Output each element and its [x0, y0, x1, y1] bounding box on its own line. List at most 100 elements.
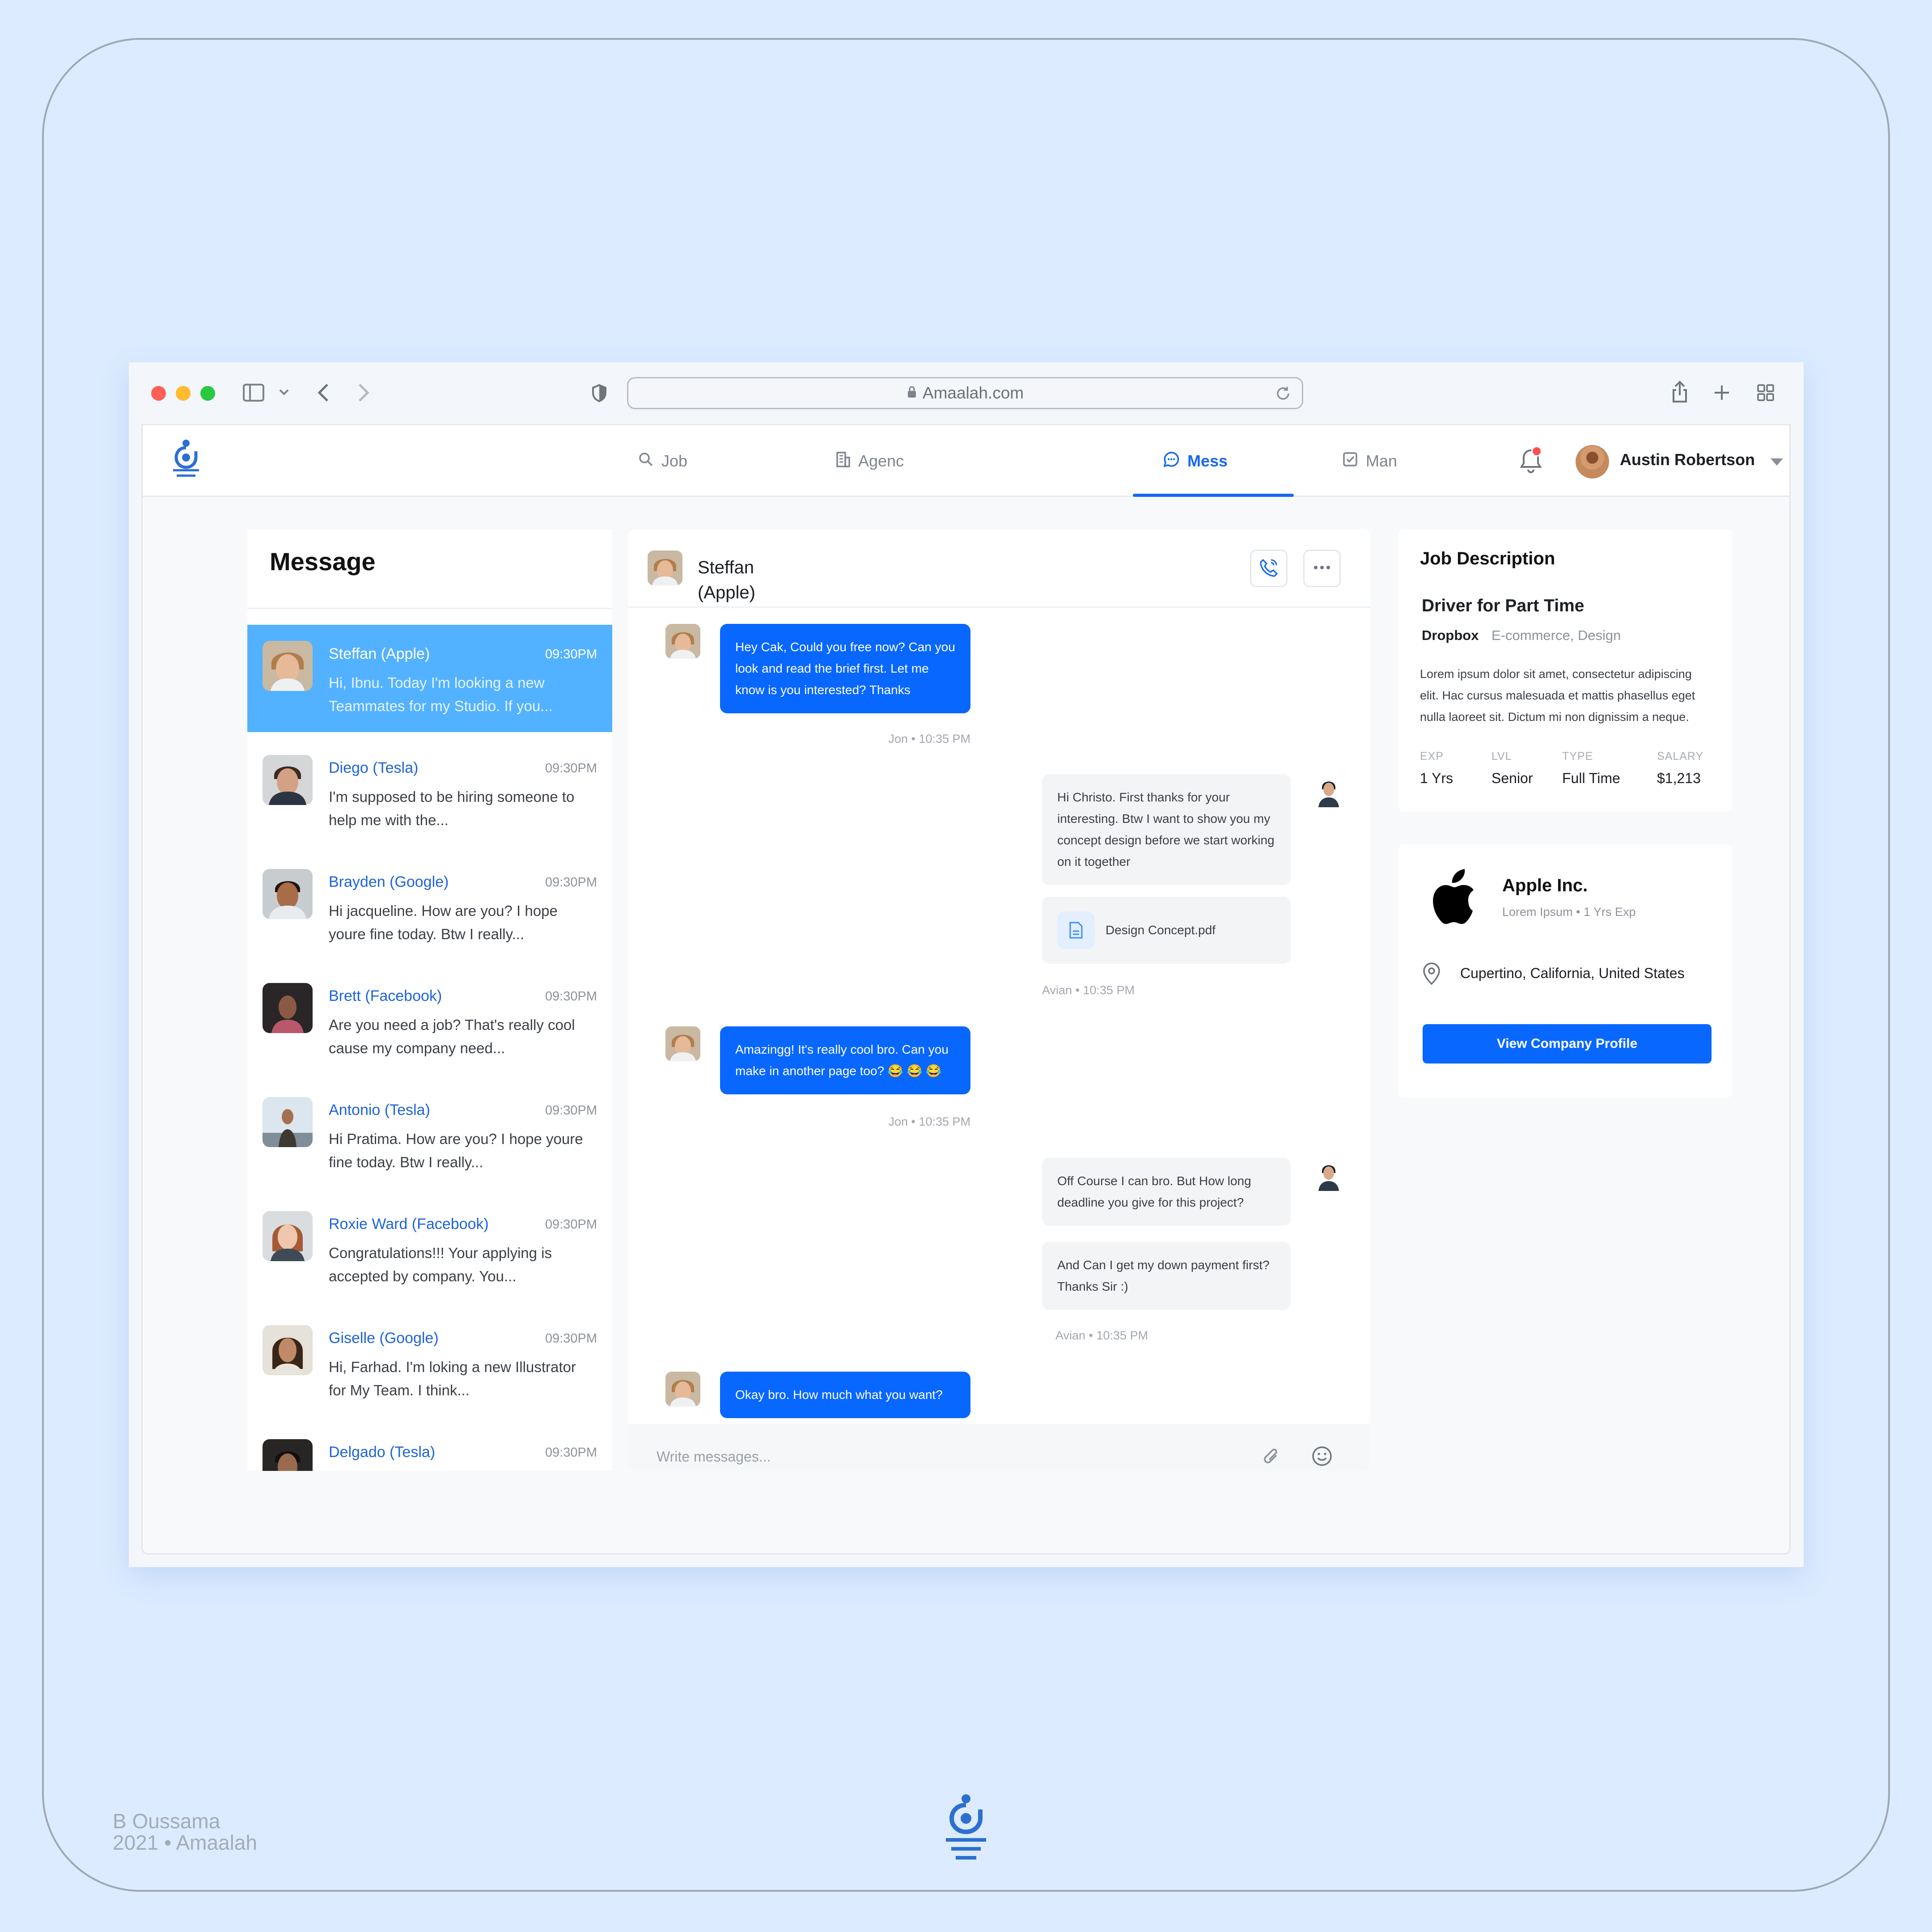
- maximize-window-button[interactable]: [200, 386, 215, 401]
- stat-value: Full Time: [1562, 770, 1620, 786]
- conversation-name: Delgado (Tesla): [329, 1444, 436, 1461]
- avatar: [263, 755, 313, 805]
- job-description-card: Job Description Driver for Part Time Dro…: [1398, 529, 1732, 812]
- conversation-name: Brett (Facebook): [329, 987, 442, 1004]
- message-bubble-incoming[interactable]: Hi Christo. First thanks for your intere…: [1042, 774, 1291, 885]
- new-tab-icon[interactable]: [1713, 384, 1731, 402]
- nav-item-manage[interactable]: Man: [1343, 425, 1397, 497]
- job-stat: TYPE Full Time: [1562, 750, 1620, 787]
- nav-item-label: Agenc: [858, 452, 904, 470]
- conversation-time: 09:30PM: [545, 761, 597, 775]
- minimize-window-button[interactable]: [176, 386, 191, 401]
- stat-label: SALARY: [1657, 750, 1704, 763]
- stat-label: LVL: [1491, 750, 1512, 763]
- avatar: [263, 1325, 313, 1375]
- view-company-profile-button[interactable]: View Company Profile: [1423, 1024, 1712, 1063]
- chat-header: Steffan (Apple): [628, 529, 1370, 608]
- share-icon[interactable]: [1671, 380, 1689, 403]
- amaalah-footer-logo: [941, 1792, 991, 1864]
- job-category: E-commerce, Design: [1491, 627, 1621, 643]
- nav-item-messages[interactable]: Mess: [1133, 425, 1294, 497]
- file-attachment[interactable]: Design Concept.pdf: [1042, 897, 1291, 964]
- chat-contact-name: Steffan (Apple): [698, 558, 755, 602]
- emoji-icon[interactable]: [1311, 1445, 1333, 1469]
- conversation-name: Steffan (Apple): [329, 645, 430, 662]
- phone-icon: [1258, 557, 1279, 580]
- message-composer: [628, 1424, 1370, 1471]
- sidebar-toggle-icon[interactable]: [243, 383, 264, 402]
- more-options-button[interactable]: [1303, 550, 1341, 587]
- search-icon: [638, 452, 653, 471]
- user-name[interactable]: Austin Robertson: [1620, 450, 1755, 469]
- job-stat: EXP 1 Yrs: [1420, 750, 1453, 787]
- page-title: Message: [270, 547, 376, 576]
- conversation-name: Roxie Ward (Facebook): [329, 1216, 489, 1233]
- conversation-name: Antonio (Tesla): [329, 1102, 430, 1119]
- top-header: Job Agenc Mess Man Austin Robertson: [143, 424, 1789, 497]
- conversation-item[interactable]: Delgado (Tesla) 09:30PM: [247, 1423, 612, 1471]
- job-description: Lorem ipsum dolor sit amet, consectetur …: [1420, 667, 1695, 724]
- amaalah-logo[interactable]: [170, 438, 202, 481]
- conversation-time: 09:30PM: [545, 647, 597, 661]
- stat-value: $1,213: [1657, 770, 1701, 786]
- paperclip-icon[interactable]: [1263, 1445, 1281, 1469]
- user-avatar[interactable]: [1576, 445, 1609, 479]
- avatar: [1312, 1158, 1345, 1191]
- job-title: Driver for Part Time: [1422, 596, 1585, 615]
- call-button[interactable]: [1250, 550, 1288, 587]
- message-bubble-outgoing[interactable]: Hey Cak, Could you free now? Can you loo…: [720, 624, 970, 713]
- conversation-item[interactable]: Diego (Tesla) 09:30PM I'm supposed to be…: [247, 739, 612, 846]
- more-horizontal-icon: [1313, 564, 1331, 572]
- conversation-item[interactable]: Roxie Ward (Facebook) 09:30PM Congratula…: [247, 1195, 612, 1302]
- job-description-heading: Job Description: [1420, 549, 1555, 568]
- browser-window: Amaalah.com Job Agenc Mess Man Austin Ro…: [129, 362, 1804, 1567]
- nav-item-label: Job: [661, 452, 688, 470]
- back-arrow-icon[interactable]: [317, 383, 330, 402]
- conversation-item[interactable]: Brayden (Google) 09:30PM Hi jacqueline. …: [247, 853, 612, 960]
- conversation-item[interactable]: Brett (Facebook) 09:30PM Are you need a …: [247, 967, 612, 1074]
- conversation-preview: Hi jacqueline. How are you? I hope youre…: [329, 902, 558, 942]
- file-name: Design Concept.pdf: [1106, 923, 1216, 937]
- avatar: [1312, 774, 1345, 807]
- message-input[interactable]: [657, 1444, 1193, 1470]
- messages-panel: Message Steffan (Apple) 09:30PM Hi, Ibnu…: [247, 529, 612, 1471]
- nav-item-agency[interactable]: Agenc: [836, 425, 904, 497]
- browser-toolbar: Amaalah.com: [129, 362, 1804, 424]
- user-menu-chevron-icon[interactable]: [1771, 458, 1783, 466]
- reload-icon[interactable]: [1274, 385, 1292, 407]
- message-bubble-outgoing[interactable]: Amazingg! It's really cool bro. Can you …: [720, 1026, 970, 1094]
- conversation-preview: Hi, Farhad. I'm loking a new Illustrator…: [329, 1359, 576, 1398]
- location-pin-icon: [1422, 962, 1441, 988]
- stat-value: Senior: [1491, 770, 1533, 786]
- active-tab-indicator: [1133, 494, 1294, 497]
- conversation-time: 09:30PM: [545, 1331, 597, 1346]
- close-window-button[interactable]: [151, 386, 166, 401]
- conversation-time: 09:30PM: [545, 1217, 597, 1232]
- company-location: Cupertino, California, United States: [1460, 965, 1685, 981]
- message-bubble-incoming[interactable]: And Can I get my down payment first? Tha…: [1042, 1242, 1291, 1310]
- job-company[interactable]: Dropbox: [1422, 627, 1479, 644]
- company-card: Apple Inc. Lorem Ipsum • 1 Yrs Exp Cuper…: [1398, 844, 1732, 1097]
- chat-icon: [1163, 451, 1179, 471]
- job-stat: LVL Senior: [1491, 750, 1533, 787]
- stat-label: TYPE: [1562, 750, 1593, 763]
- conversation-item[interactable]: Steffan (Apple) 09:30PM Hi, Ibnu. Today …: [247, 625, 612, 732]
- company-subtitle: Lorem Ipsum • 1 Yrs Exp: [1502, 905, 1636, 919]
- conversation-item[interactable]: Giselle (Google) 09:30PM Hi, Farhad. I'm…: [247, 1309, 612, 1416]
- tab-overview-icon[interactable]: [1757, 384, 1775, 402]
- conversation-item[interactable]: Antonio (Tesla) 09:30PM Hi Pratima. How …: [247, 1081, 612, 1188]
- footer-author: B Oussama: [113, 1809, 220, 1833]
- conversation-time: 09:30PM: [545, 1445, 597, 1460]
- message-bubble-incoming[interactable]: Off Course I can bro. But How long deadl…: [1042, 1158, 1291, 1226]
- chevron-down-icon[interactable]: [279, 388, 289, 396]
- message-thread: Hey Cak, Could you free now? Can you loo…: [628, 608, 1370, 1424]
- address-bar[interactable]: Amaalah.com: [627, 377, 1303, 409]
- conversation-preview: Hi Pratima. How are you? I hope youre fi…: [329, 1131, 583, 1170]
- forward-arrow-icon[interactable]: [357, 383, 370, 402]
- shield-icon[interactable]: [591, 384, 607, 402]
- message-bubble-outgoing[interactable]: Okay bro. How much what you want?: [720, 1372, 970, 1418]
- conversation-preview: Are you need a job? That's really cool c…: [329, 1017, 575, 1056]
- nav-item-label: Mess: [1187, 452, 1228, 470]
- conversation-name: Diego (Tesla): [329, 759, 419, 776]
- nav-item-job[interactable]: Job: [638, 425, 687, 497]
